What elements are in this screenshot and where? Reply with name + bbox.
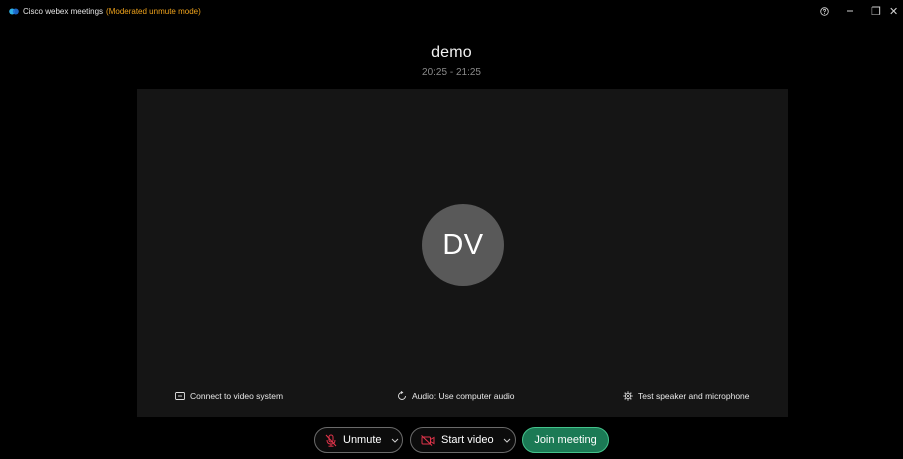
help-icon[interactable] xyxy=(811,0,837,22)
test-speaker-mic-link[interactable]: Test speaker and microphone xyxy=(623,391,750,401)
connect-video-system-label: Connect to video system xyxy=(190,391,284,401)
unmute-mode-label: (Moderated unmute mode) xyxy=(106,6,201,16)
video-system-icon xyxy=(175,392,185,400)
audio-sync-icon xyxy=(397,391,407,401)
webex-logo-icon xyxy=(9,8,19,15)
app-title: Cisco webex meetings xyxy=(23,6,104,16)
test-speaker-mic-label: Test speaker and microphone xyxy=(638,391,750,401)
audio-option-link[interactable]: Audio: Use computer audio xyxy=(397,391,515,401)
gear-icon xyxy=(623,391,633,401)
audio-option-label: Audio: Use computer audio xyxy=(412,391,515,401)
window-controls: ❐ ✕ xyxy=(811,0,903,22)
minimize-icon[interactable] xyxy=(837,0,863,22)
video-preview: DV Connect to video system Audio: Use co… xyxy=(137,89,788,417)
close-icon[interactable]: ✕ xyxy=(889,0,903,22)
chevron-down-icon[interactable] xyxy=(503,438,511,443)
start-video-button[interactable]: Start video xyxy=(410,427,516,453)
avatar: DV xyxy=(422,204,504,286)
title-bar: Cisco webex meetings (Moderated unmute m… xyxy=(0,0,903,22)
unmute-label: Unmute xyxy=(343,434,382,446)
restore-icon[interactable]: ❐ xyxy=(863,0,889,22)
chevron-down-icon[interactable] xyxy=(391,438,399,443)
meeting-title: demo xyxy=(431,44,472,61)
meeting-time: 20:25 - 21:25 xyxy=(422,67,481,78)
join-controls: Unmute Start video Join meeting xyxy=(0,427,903,455)
join-meeting-button[interactable]: Join meeting xyxy=(522,427,609,453)
connect-video-system-link[interactable]: Connect to video system xyxy=(175,391,283,401)
preview-options: Connect to video system Audio: Use compu… xyxy=(137,391,788,407)
start-video-label: Start video xyxy=(441,434,494,446)
mic-muted-icon xyxy=(325,434,337,447)
video-off-icon xyxy=(421,434,435,446)
unmute-button[interactable]: Unmute xyxy=(314,427,403,453)
